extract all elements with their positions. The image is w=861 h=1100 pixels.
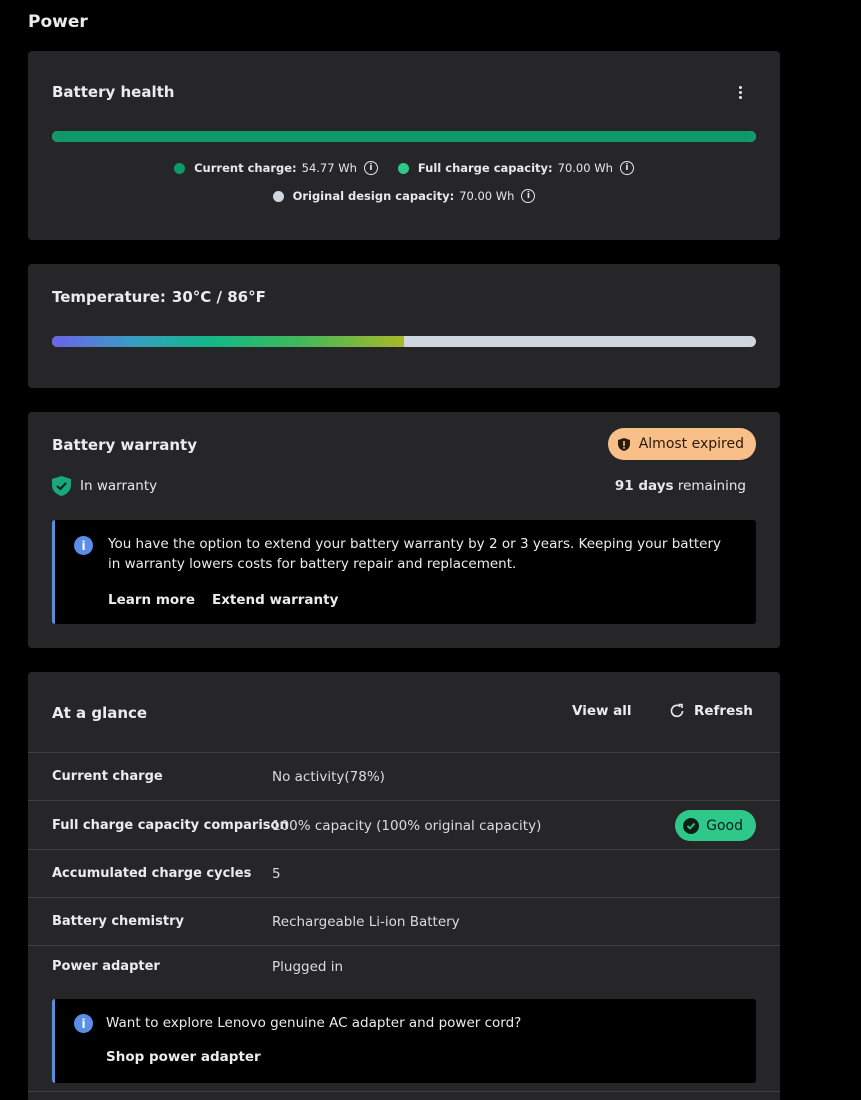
at-a-glance-card: At a glance View all Refresh Current cha… <box>28 672 780 1100</box>
temperature-value: 30°C / 86°F <box>171 288 266 306</box>
shield-check-icon <box>52 476 71 496</box>
warranty-status-text: In warranty <box>80 478 158 494</box>
warranty-status: In warranty <box>52 476 157 496</box>
full-capacity-info-icon[interactable]: i <box>619 161 634 175</box>
warranty-remaining: 91 days remaining <box>615 478 746 494</box>
temperature-label: Temperature: <box>52 288 166 306</box>
table-row: Accumulated charge cycles 5 <box>28 849 780 897</box>
row-label: Current charge <box>52 769 163 784</box>
warranty-remaining-label: remaining <box>677 478 746 494</box>
row-value: 5 <box>272 866 281 882</box>
battery-health-bar-fill <box>52 131 756 142</box>
check-circle-icon <box>683 817 700 834</box>
current-charge-label: Current charge: <box>194 161 297 175</box>
at-a-glance-title: At a glance <box>52 704 148 722</box>
full-capacity-dot-icon <box>397 162 409 174</box>
warranty-extend-notice: i You have the option to extend your bat… <box>52 520 756 624</box>
temperature-title: Temperature: 30°C / 86°F <box>52 288 266 306</box>
row-label: Accumulated charge cycles <box>52 866 252 881</box>
extend-warranty-link[interactable]: Extend warranty <box>212 592 338 608</box>
learn-more-link[interactable]: Learn more <box>108 592 195 608</box>
page-title: Power <box>28 12 88 32</box>
current-charge-info-icon[interactable]: i <box>363 161 378 175</box>
design-capacity-value: 70.00 Wh <box>459 189 515 203</box>
refresh-icon <box>670 703 684 718</box>
row-label: Power adapter <box>52 959 160 974</box>
battery-legend-row-2: Original design capacity: 70.00 Wh i <box>52 189 756 203</box>
warranty-days: 91 days <box>614 478 674 494</box>
battery-health-bar <box>52 131 756 142</box>
battery-legend-row-1: Current charge: 54.77 Wh i Full charge c… <box>52 161 756 175</box>
current-charge-value: 54.77 Wh <box>301 161 357 175</box>
adapter-notice-text: Want to explore Lenovo genuine AC adapte… <box>106 1015 522 1031</box>
shield-alert-icon <box>617 437 630 451</box>
row-value: Rechargeable Li-ion Battery <box>272 914 460 930</box>
battery-warranty-title: Battery warranty <box>52 436 197 454</box>
row-value: No activity(78%) <box>272 769 385 785</box>
row-label: Battery chemistry <box>52 914 184 929</box>
row-label: Full charge capacity comparison <box>52 818 289 833</box>
legend-design-capacity: Original design capacity: 70.00 Wh i <box>272 189 536 203</box>
table-row: Current charge No activity(78%) <box>28 752 780 800</box>
design-capacity-dot-icon <box>272 190 284 202</box>
full-capacity-value: 70.00 Wh <box>557 161 613 175</box>
current-charge-dot-icon <box>174 162 186 174</box>
info-icon: i <box>74 1014 93 1033</box>
table-row: Full charge capacity comparison 100% cap… <box>28 800 780 849</box>
legend-current-charge: Current charge: 54.77 Wh i <box>174 161 378 175</box>
view-all-button[interactable]: View all <box>572 703 632 719</box>
design-capacity-label: Original design capacity: <box>292 189 455 203</box>
power-adapter-notice: i Want to explore Lenovo genuine AC adap… <box>52 999 756 1083</box>
temperature-bar-fill <box>52 336 404 347</box>
full-capacity-label: Full charge capacity: <box>417 161 553 175</box>
good-label: Good <box>706 817 743 834</box>
battery-health-title: Battery health <box>52 83 175 101</box>
info-icon: i <box>74 536 93 555</box>
row-value: Plugged in <box>272 959 344 975</box>
battery-warranty-card: Battery warranty Almost expired In warra… <box>28 412 780 648</box>
refresh-button[interactable]: Refresh <box>669 703 753 719</box>
shop-power-adapter-link[interactable]: Shop power adapter <box>106 1049 261 1065</box>
temperature-card: Temperature: 30°C / 86°F <box>28 264 780 388</box>
warranty-notice-text: You have the option to extend your batte… <box>108 536 722 572</box>
design-capacity-info-icon[interactable]: i <box>521 189 536 203</box>
temperature-bar <box>52 336 756 347</box>
table-row-divider <box>28 1091 780 1100</box>
more-options-icon[interactable] <box>732 81 748 103</box>
battery-health-card: Battery health Current charge: 54.77 Wh … <box>28 51 780 240</box>
row-value: 100% capacity (100% original capacity) <box>272 818 542 834</box>
table-row: Battery chemistry Rechargeable Li-ion Ba… <box>28 897 780 945</box>
legend-full-capacity: Full charge capacity: 70.00 Wh i <box>397 161 634 175</box>
almost-expired-label: Almost expired <box>638 436 744 452</box>
refresh-label: Refresh <box>694 703 753 719</box>
good-status-badge: Good <box>675 810 756 841</box>
almost-expired-badge: Almost expired <box>607 428 756 460</box>
